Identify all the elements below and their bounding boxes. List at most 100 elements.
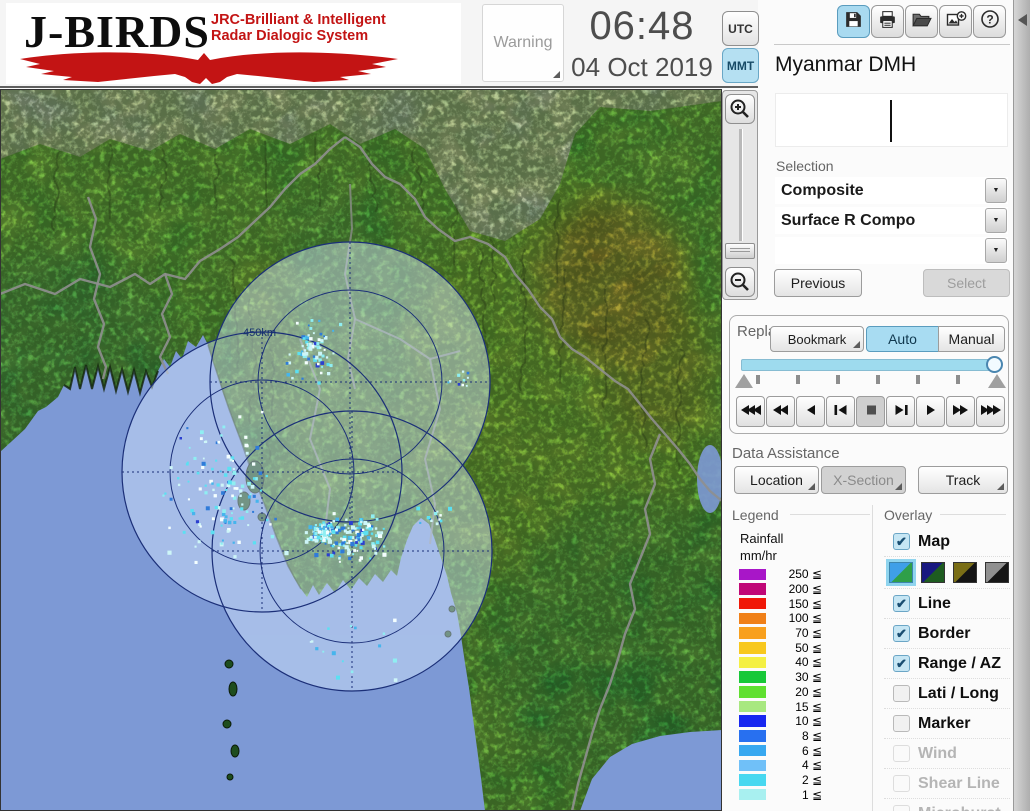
chevron-down-icon[interactable]: ▼ [985, 178, 1007, 203]
legend-scale: 250 ≦ 200 ≦ 150 ≦ 100 ≦ 70 ≦ 50 ≦ 40 ≦ 30 ≦ 20 ≦… [736, 567, 822, 802]
checkbox[interactable] [893, 715, 910, 732]
overlay-list: ✔ Map ✔ Line ✔ Border ✔ Range / AZ Lati / Long Ma… [884, 527, 1010, 811]
x-section-button[interactable]: X-Section [821, 466, 906, 494]
zoom-out-icon [730, 272, 749, 291]
mmt-button[interactable]: MMT [722, 48, 759, 83]
legend-row: 6 ≦ [736, 743, 822, 758]
collapse-panel-icon[interactable] [1018, 14, 1027, 26]
map-style-swatch-2[interactable] [953, 562, 977, 583]
play-button[interactable] [916, 396, 945, 427]
fast-rewind-button[interactable] [736, 396, 765, 427]
fastest-forward-button[interactable] [976, 396, 1005, 427]
step-back-button[interactable] [826, 396, 855, 427]
map-style-swatch-3[interactable] [985, 562, 1009, 583]
map-style-swatch-0[interactable] [889, 562, 913, 583]
checkbox[interactable]: ✔ [893, 595, 910, 612]
legend-row: 20 ≦ [736, 685, 822, 700]
auto-button[interactable]: Auto [866, 326, 939, 352]
checkbox[interactable] [893, 685, 910, 702]
slider-tick [836, 375, 840, 384]
text-cursor [890, 100, 892, 142]
legend-row: 50 ≦ [736, 640, 822, 655]
replay-slider-handle[interactable] [986, 356, 1003, 373]
play-reverse-button[interactable] [796, 396, 825, 427]
help-button[interactable]: ? [973, 5, 1006, 38]
location-button[interactable]: Location [734, 466, 819, 494]
open-folder-button[interactable] [905, 5, 938, 38]
overlay-rule [940, 514, 1006, 515]
bookmark-button[interactable]: Bookmark [770, 326, 864, 352]
fast-forward-button[interactable] [946, 396, 975, 427]
zoom-in-icon [730, 99, 749, 118]
overlay-item-line[interactable]: ✔ Line [884, 588, 1010, 618]
legend-swatch [739, 730, 766, 742]
checkbox[interactable] [893, 745, 910, 762]
map-style-swatches [884, 556, 1010, 588]
checkbox[interactable] [893, 805, 910, 811]
legend-swatch [739, 788, 766, 801]
legend-row: 15 ≦ [736, 699, 822, 714]
add-image-button[interactable] [939, 5, 972, 38]
selection-dropdown-value: Surface R Compo [781, 211, 916, 229]
replay-slider-track[interactable] [741, 359, 991, 371]
station-title: Myanmar DMH [775, 53, 917, 76]
legend-swatch [739, 568, 766, 581]
overlay-item-border[interactable]: ✔ Border [884, 618, 1010, 648]
selection-dropdown-value: Composite [781, 181, 864, 199]
slider-start-marker[interactable] [735, 374, 753, 388]
chevron-down-icon[interactable]: ▼ [985, 238, 1007, 263]
save-button[interactable] [837, 5, 870, 38]
print-button[interactable] [871, 5, 904, 38]
overlay-item-wind[interactable]: Wind [884, 738, 1010, 768]
legend-swatch [739, 583, 766, 595]
legend-value: 250 ≦ [788, 567, 822, 582]
panel-scrollbar[interactable] [1013, 0, 1030, 811]
selection-dropdown-0[interactable]: Composite ▼ [775, 177, 1008, 204]
save-icon [843, 9, 864, 35]
manual-button[interactable]: Manual [938, 326, 1005, 352]
map-style-swatch-1[interactable] [921, 562, 945, 583]
select-button[interactable]: Select [923, 269, 1010, 297]
chevron-down-icon[interactable]: ▼ [985, 208, 1007, 233]
status-display[interactable] [775, 93, 1008, 147]
button-label: Location [750, 472, 803, 488]
zoom-in-button[interactable] [725, 94, 755, 124]
selection-dropdowns: Composite ▼ Surface R Compo ▼ ▼ [775, 177, 1008, 267]
selection-dropdown-2[interactable]: ▼ [775, 237, 1008, 264]
header-divider [0, 86, 758, 88]
overlay-item-shear-line[interactable]: Shear Line [884, 768, 1010, 798]
utc-button[interactable]: UTC [722, 11, 759, 46]
zoom-slider-handle[interactable] [725, 243, 755, 259]
legend-swatch [739, 700, 766, 713]
warning-button[interactable]: Warning [482, 4, 564, 82]
legend-value: 200 ≦ [788, 582, 822, 597]
step-forward-button[interactable] [886, 396, 915, 427]
rewind-button[interactable] [766, 396, 795, 427]
legend-unit: Rainfall mm/hr [740, 531, 784, 563]
overlay-item-marker[interactable]: Marker [884, 708, 1010, 738]
map-canvas: 450km [0, 89, 785, 811]
track-button[interactable]: Track [918, 466, 1008, 494]
legend-row: 100 ≦ [736, 611, 822, 626]
overlay-item-lati-long[interactable]: Lati / Long [884, 678, 1010, 708]
overlay-item-label: Wind [918, 744, 957, 762]
checkbox[interactable]: ✔ [893, 533, 910, 550]
selection-dropdown-1[interactable]: Surface R Compo ▼ [775, 207, 1008, 234]
legend-swatch [739, 642, 766, 654]
legend-swatch [739, 671, 766, 683]
overlay-item-range-az[interactable]: ✔ Range / AZ [884, 648, 1010, 678]
overlay-item-microburst[interactable]: Microburst [884, 798, 1010, 811]
previous-button[interactable]: Previous [774, 269, 862, 297]
slider-end-marker[interactable] [988, 374, 1006, 388]
button-label: Track [945, 472, 981, 488]
stop-button[interactable] [856, 396, 885, 427]
radar-map[interactable]: 450km [0, 89, 785, 811]
zoom-slider-groove[interactable] [739, 129, 743, 241]
overlay-item-label: Line [918, 594, 951, 612]
overlay-item-map[interactable]: ✔ Map [884, 527, 1010, 556]
legend-title: Legend [732, 507, 779, 523]
zoom-out-button[interactable] [725, 267, 755, 297]
checkbox[interactable] [893, 775, 910, 792]
checkbox[interactable]: ✔ [893, 625, 910, 642]
checkbox[interactable]: ✔ [893, 655, 910, 672]
